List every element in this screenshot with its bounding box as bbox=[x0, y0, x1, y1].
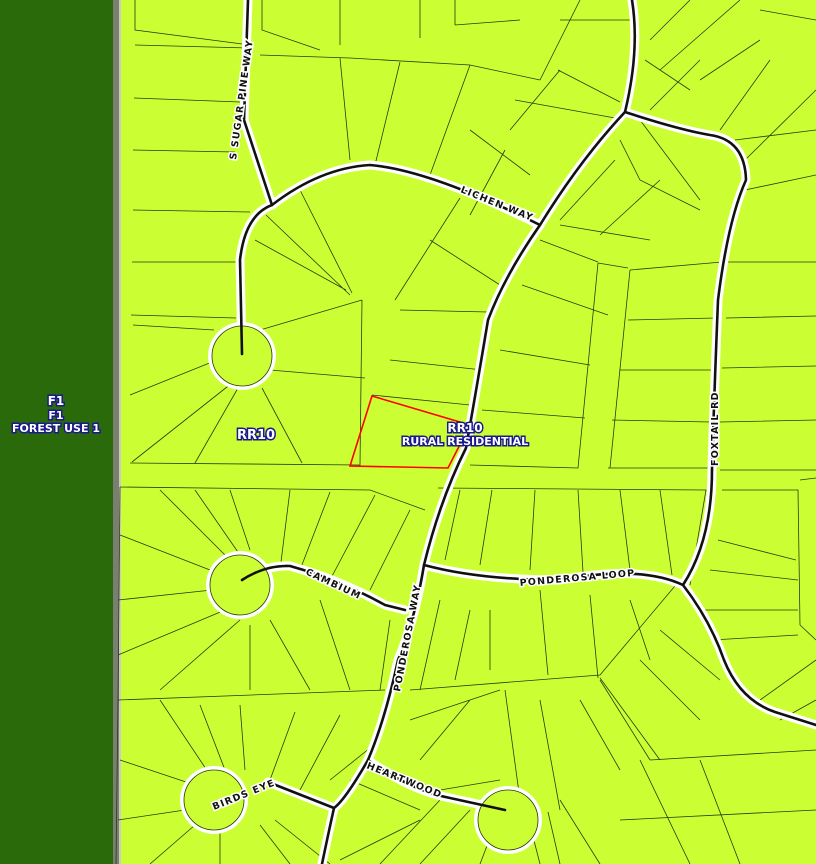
road-casings bbox=[235, 0, 816, 864]
road-label-ponderosa-way: PONDEROSA WAY bbox=[392, 583, 424, 692]
road-label-foxtail: FOXTAIL RD bbox=[710, 391, 721, 466]
rr10-west-label: RR10 bbox=[237, 428, 275, 443]
map-canvas: S SUGAR PINE WAY LICHEN WAY FOXTAIL RD P… bbox=[0, 0, 816, 864]
road-centerlines bbox=[238, 0, 816, 864]
rr10-center-name: RURAL RESIDENTIAL bbox=[402, 435, 528, 448]
road-label-ponderosa-loop: PONDEROSA LOOP bbox=[519, 568, 635, 589]
forest-zone-name: FOREST USE 1 bbox=[12, 422, 100, 435]
zoning-map[interactable]: S SUGAR PINE WAY LICHEN WAY FOXTAIL RD P… bbox=[0, 0, 816, 864]
forest-zone-code-secondary: F1 bbox=[48, 409, 63, 422]
rr10-center-code: RR10 bbox=[447, 421, 482, 435]
road-label-heartwood: HEARTWOOD bbox=[365, 761, 444, 801]
forest-zone-code: F1 bbox=[48, 394, 65, 408]
forest-boundary-edge bbox=[119, 0, 121, 864]
road-label-lichen: LICHEN WAY bbox=[459, 185, 535, 224]
